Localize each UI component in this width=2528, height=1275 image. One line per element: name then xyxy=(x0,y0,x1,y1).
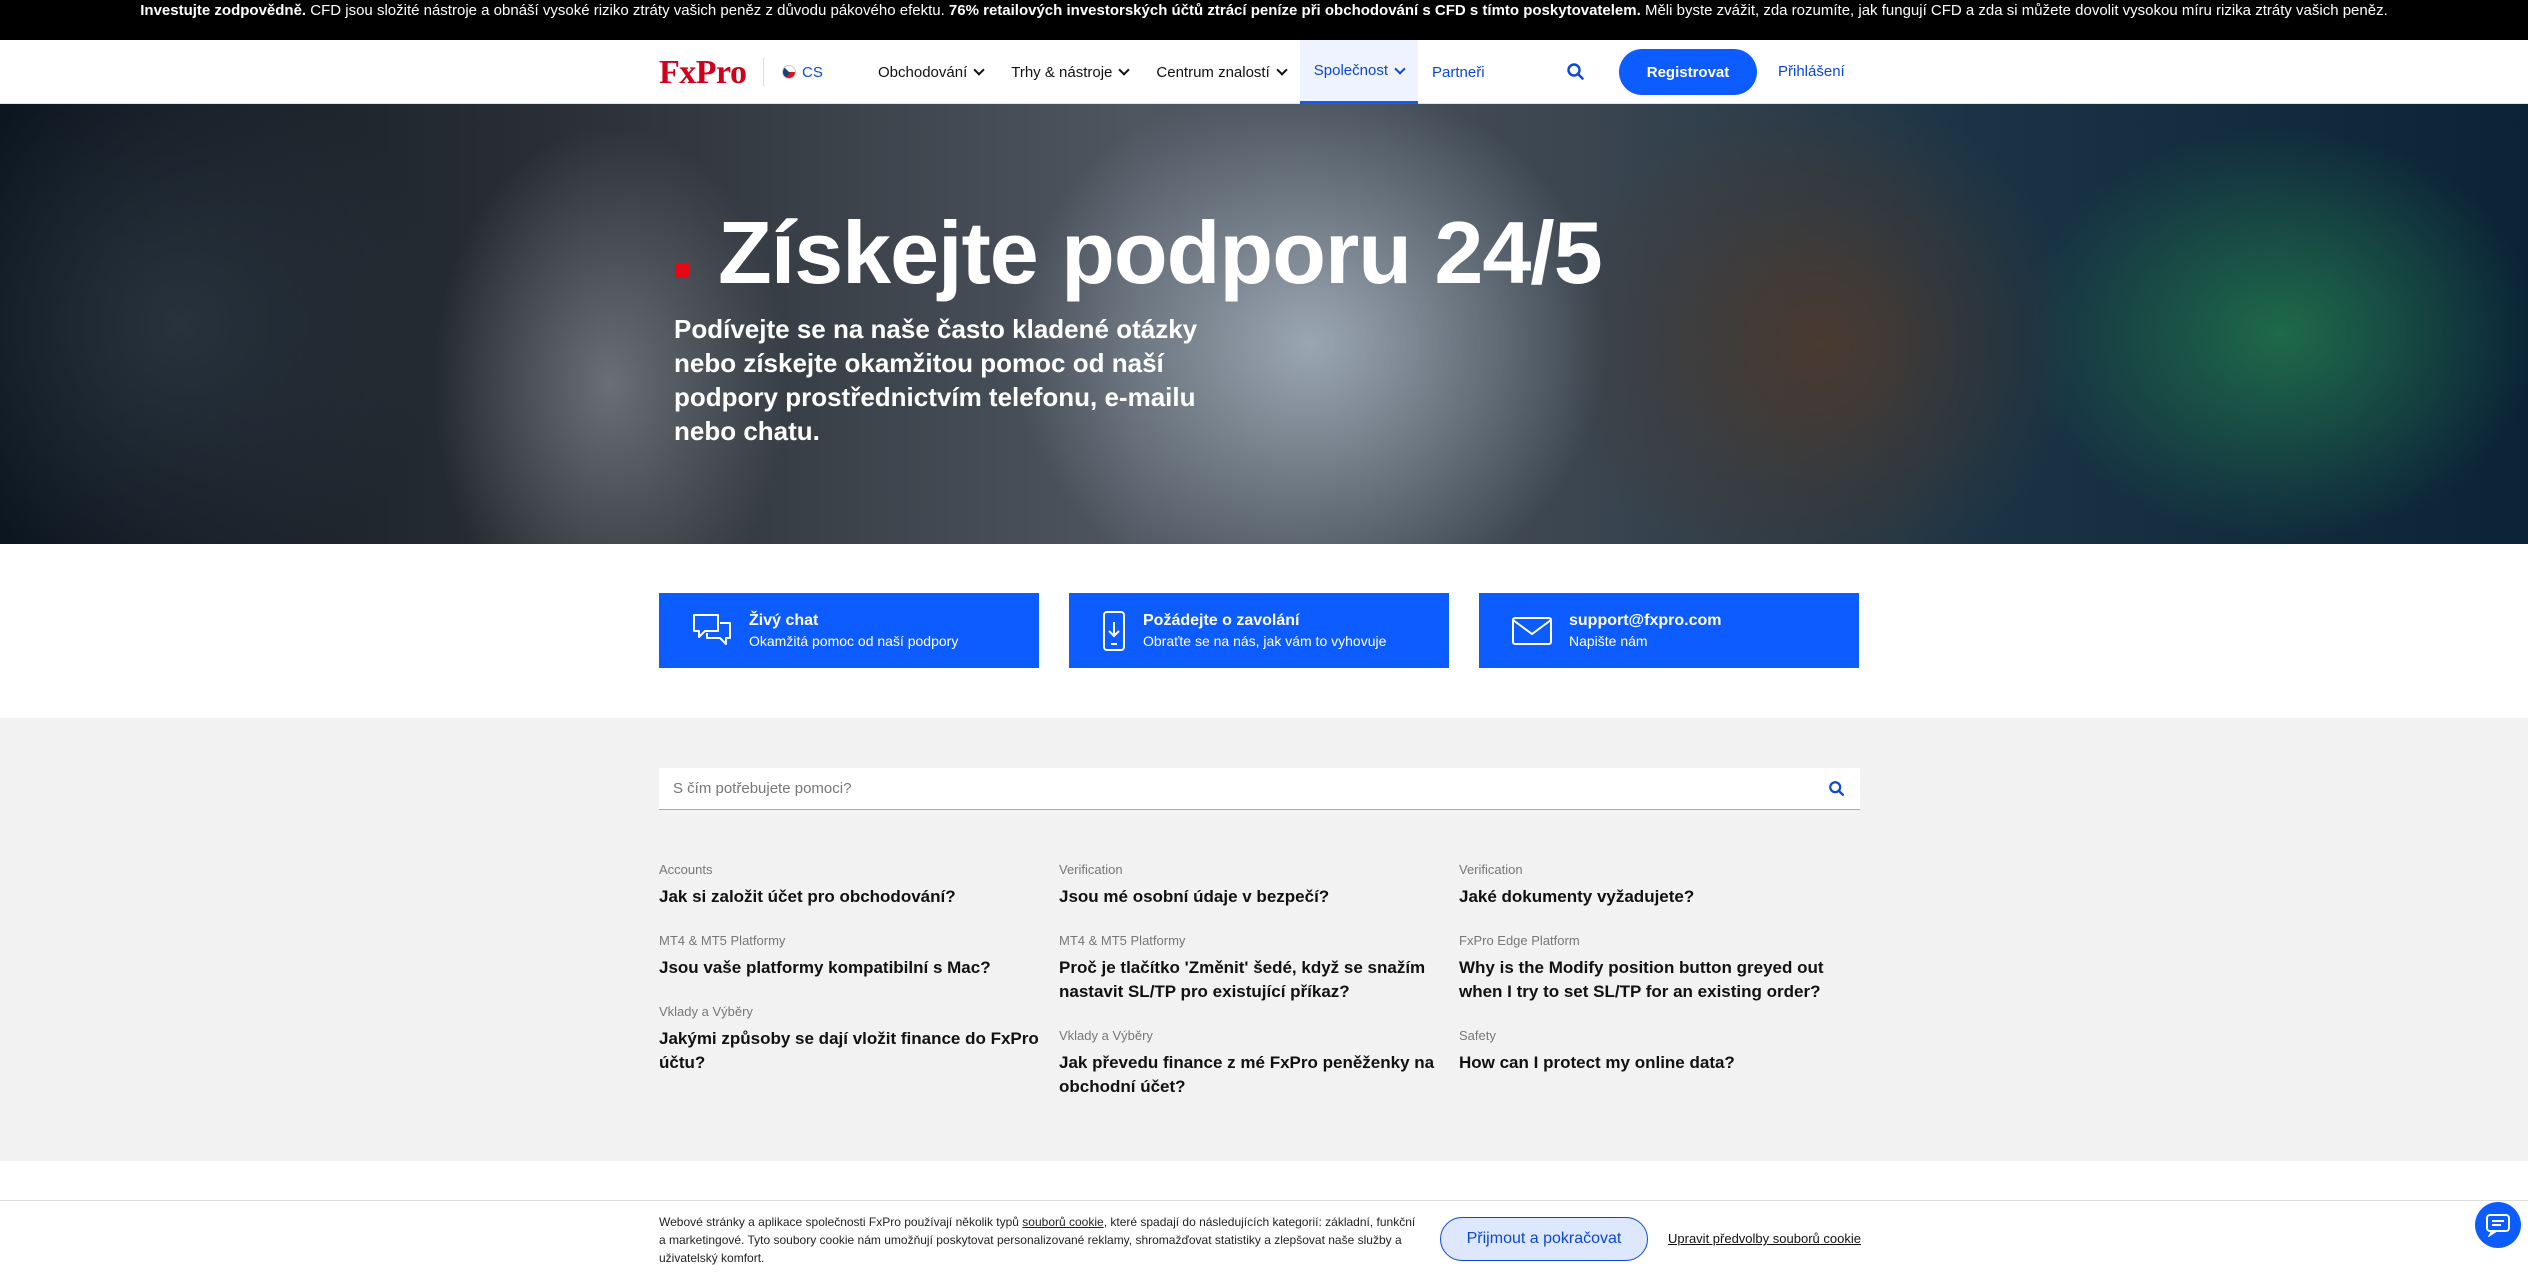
faq-question[interactable]: Proč je tlačítko 'Změnit' šedé, když se … xyxy=(1059,956,1439,1004)
chevron-down-icon xyxy=(1118,64,1131,76)
faq-category: Verification xyxy=(1059,862,1123,877)
faq-category: Vklady a Výběry xyxy=(1059,1028,1153,1043)
chevron-down-icon xyxy=(1276,64,1288,76)
chat-icon xyxy=(2486,1214,2510,1237)
faq-question[interactable]: How can I protect my online data? xyxy=(1459,1051,1839,1075)
language-selector[interactable]: CS xyxy=(763,58,823,86)
callback-card[interactable]: Požádejte o zavolání Obraťte se na nás, … xyxy=(1069,593,1449,668)
nav-item-company[interactable]: Společnost xyxy=(1299,40,1418,104)
nav-link-partners[interactable]: Partneři xyxy=(1418,40,1499,104)
faq-question[interactable]: Jsou mé osobní údaje v bezpečí? xyxy=(1059,885,1439,909)
login-link[interactable]: Přihlášení xyxy=(1778,63,1845,80)
faq-search-input[interactable] xyxy=(673,780,1828,797)
faq-item[interactable]: Accounts Jak si založit účet pro obchodo… xyxy=(659,861,1039,909)
chat-widget-button[interactable] xyxy=(2475,1202,2521,1248)
card-subtitle: Obraťte se na nás, jak vám to vyhovuje xyxy=(1143,632,1387,649)
faq-category: Verification xyxy=(1459,862,1523,877)
cookie-consent-bar: Webové stránky a aplikace společnosti Fx… xyxy=(0,1200,2528,1275)
card-title: Požádejte o zavolání xyxy=(1143,611,1300,629)
nav-item-label: Společnost xyxy=(1313,62,1388,79)
faq-column: Verification Jaké dokumenty vyžadujete? … xyxy=(1459,861,1839,1098)
nav-item-label: Trhy & nástroje xyxy=(1011,63,1113,81)
chevron-down-icon xyxy=(973,64,985,76)
contact-options: Živý chat Okamžitá pomoc od naší podpory… xyxy=(659,593,1859,668)
live-chat-card[interactable]: Živý chat Okamžitá pomoc od naší podpory xyxy=(659,593,1039,668)
card-subtitle: Napište nám xyxy=(1569,632,1648,649)
risk-warning-stat: 76% retailových investorských účtů ztrác… xyxy=(948,2,1641,19)
hero-banner: Získejte podporu 24/5 Podívejte se na na… xyxy=(0,104,2528,544)
faq-question[interactable]: Jak si založit účet pro obchodování? xyxy=(659,885,1039,909)
cookie-text-before: Webové stránky a aplikace společnosti Fx… xyxy=(659,1215,1023,1229)
faq-search-bar xyxy=(659,768,1860,810)
nav-item-markets[interactable]: Trhy & nástroje xyxy=(997,40,1142,104)
search-icon[interactable] xyxy=(1828,780,1846,798)
faq-item[interactable]: Vklady a Výběry Jak převedu finance z mé… xyxy=(1059,1027,1439,1099)
accept-cookies-button[interactable]: Přijmout a pokračovat xyxy=(1440,1217,1648,1261)
faq-item[interactable]: Safety How can I protect my online data? xyxy=(1459,1027,1839,1075)
czech-flag-icon xyxy=(782,65,796,79)
envelope-icon xyxy=(1512,616,1552,645)
risk-warning-banner: Investujte zodpovědně. CFD jsou složité … xyxy=(0,0,2528,40)
faq-category: MT4 & MT5 Platformy xyxy=(1059,933,1186,948)
faq-category: FxPro Edge Platform xyxy=(1459,933,1580,948)
faq-column: Accounts Jak si založit účet pro obchodo… xyxy=(659,861,1039,1098)
email-card[interactable]: support@fxpro.com Napište nám xyxy=(1479,593,1859,668)
fxpro-logo[interactable]: FxPro xyxy=(659,54,747,92)
faq-question[interactable]: Jaké dokumenty vyžadujete? xyxy=(1459,885,1839,909)
faq-item[interactable]: MT4 & MT5 Platformy Jsou vaše platformy … xyxy=(659,932,1039,980)
chevron-down-icon xyxy=(1394,62,1406,75)
faq-item[interactable]: Verification Jsou mé osobní údaje v bezp… xyxy=(1059,861,1439,909)
phone-download-icon xyxy=(1103,610,1125,651)
faq-section: Accounts Jak si založit účet pro obchodo… xyxy=(0,718,2528,1161)
faq-question[interactable]: Jakými způsoby se dají vložit finance do… xyxy=(659,1027,1039,1075)
risk-warning-text: CFD jsou složité nástroje a obnáší vysok… xyxy=(306,2,949,19)
search-icon[interactable] xyxy=(1566,62,1586,82)
cookie-text: Webové stránky a aplikace společnosti Fx… xyxy=(659,1213,1419,1267)
cookie-policy-link[interactable]: souborů cookie xyxy=(1022,1215,1103,1229)
register-button[interactable]: Registrovat xyxy=(1619,49,1757,95)
hero-subtitle: Podívejte se na naše často kladené otázk… xyxy=(674,314,1198,446)
faq-item[interactable]: Vklady a Výběry Jakými způsoby se dají v… xyxy=(659,1003,1039,1075)
faq-category: Safety xyxy=(1459,1028,1496,1043)
faq-item[interactable]: Verification Jaké dokumenty vyžadujete? xyxy=(1459,861,1839,909)
risk-warning-advice: Měli byste zvážit, zda rozumíte, jak fun… xyxy=(1640,2,2388,19)
chat-bubbles-icon xyxy=(693,613,731,645)
card-title: support@fxpro.com xyxy=(1569,611,1722,629)
faq-category: Vklady a Výběry xyxy=(659,1004,753,1019)
faq-item[interactable]: FxPro Edge Platform Why is the Modify po… xyxy=(1459,932,1839,1004)
faq-question[interactable]: Jak převedu finance z mé FxPro peněženky… xyxy=(1059,1051,1439,1099)
faq-item[interactable]: MT4 & MT5 Platformy Proč je tlačítko 'Zm… xyxy=(1059,932,1439,1004)
nav-item-trading[interactable]: Obchodování xyxy=(864,40,997,104)
faq-category: MT4 & MT5 Platformy xyxy=(659,933,786,948)
faq-category: Accounts xyxy=(659,862,713,877)
language-label: CS xyxy=(802,63,823,81)
cookie-preferences-link[interactable]: Upravit předvolby souborů cookie xyxy=(1668,1231,1861,1246)
faq-column: Verification Jsou mé osobní údaje v bezp… xyxy=(1059,861,1439,1122)
risk-warning-bold: Investujte zodpovědně. xyxy=(140,2,307,19)
faq-question[interactable]: Why is the Modify position button greyed… xyxy=(1459,956,1839,1004)
main-nav: Obchodování Trhy & nástroje Centrum znal… xyxy=(864,40,1499,104)
site-header: FxPro CS Obchodování Trhy & nástroje Cen… xyxy=(0,40,2528,104)
card-subtitle: Okamžitá pomoc od naší podpory xyxy=(749,632,959,649)
card-title: Živý chat xyxy=(749,611,819,629)
nav-item-label: Centrum znalostí xyxy=(1156,63,1270,81)
nav-item-label: Obchodování xyxy=(878,63,968,81)
nav-item-knowledge[interactable]: Centrum znalostí xyxy=(1142,40,1299,104)
red-accent-square xyxy=(675,264,689,278)
hero-title: Získejte podporu 24/5 xyxy=(718,203,1603,302)
faq-question[interactable]: Jsou vaše platformy kompatibilní s Mac? xyxy=(659,956,1039,980)
